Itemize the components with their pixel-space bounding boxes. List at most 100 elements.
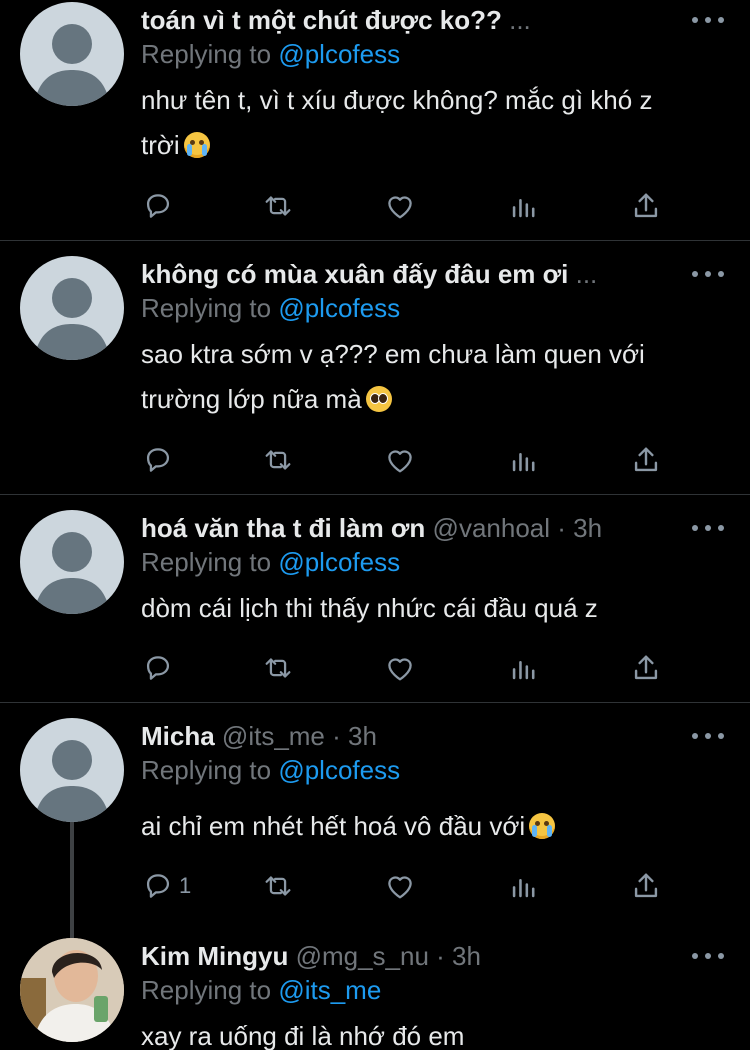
retweet-icon	[265, 450, 291, 470]
tweet[interactable]: Kim Mingyu @mg_s_nu · 3h Replying to @it…	[0, 936, 750, 1050]
retweet-button[interactable]	[261, 866, 295, 906]
replying-mention-link[interactable]: @plcofess	[278, 39, 400, 69]
more-icon[interactable]	[692, 944, 724, 968]
like-button[interactable]	[383, 440, 417, 480]
reply-count: 1	[179, 873, 192, 898]
share-icon	[634, 193, 658, 218]
avatar[interactable]	[20, 718, 124, 822]
tweet-actions	[141, 648, 661, 688]
retweet-button[interactable]	[261, 648, 295, 688]
like-button[interactable]	[383, 866, 417, 906]
reply-button[interactable]: 1	[141, 866, 191, 906]
analytics-button[interactable]	[507, 648, 541, 688]
tweet-header: Kim Mingyu @mg_s_nu · 3h	[141, 938, 690, 974]
replying-mention-link[interactable]: @its_me	[278, 975, 381, 1005]
replying-label: Replying to	[141, 293, 272, 323]
like-button[interactable]	[383, 648, 417, 688]
tweet-text: như tên t, vì t xíu được không? mắc gì k…	[141, 78, 720, 168]
tweet-header: hoá văn tha t đi làm ơn @vanhoal · 3h	[141, 510, 690, 546]
heart-icon	[388, 876, 412, 899]
timestamp[interactable]: · 3h	[332, 721, 377, 751]
replying-to: Replying to @its_me	[141, 974, 381, 1006]
tweet-header: Micha @its_me · 3h	[141, 718, 690, 754]
reply-button[interactable]	[141, 648, 179, 688]
replying-to: Replying to @plcofess	[141, 38, 400, 70]
reply-feed: toán vì t một chút được ko?? ... Replyin…	[0, 0, 750, 1050]
display-name[interactable]: hoá văn tha t đi làm ơn	[141, 513, 425, 543]
avatar[interactable]	[20, 938, 124, 1042]
retweet-button[interactable]	[261, 186, 295, 226]
retweet-icon	[265, 876, 291, 896]
more-icon[interactable]	[692, 724, 724, 748]
tweet[interactable]: không có mùa xuân đấy đâu em ơi ... Repl…	[0, 254, 750, 494]
avatar[interactable]	[20, 2, 124, 106]
loudly-crying-face-emoji	[529, 813, 556, 839]
tweet-text-line: trường lớp nữa mà	[141, 384, 362, 414]
tweet-actions	[141, 440, 661, 480]
replying-label: Replying to	[141, 547, 272, 577]
truncation-ellipsis: ...	[575, 259, 598, 289]
reply-button[interactable]	[141, 186, 179, 226]
reply-icon	[146, 448, 170, 472]
divider	[0, 702, 750, 703]
replying-label: Replying to	[141, 755, 272, 785]
avatar[interactable]	[20, 510, 124, 614]
share-button[interactable]	[629, 186, 663, 226]
more-icon[interactable]	[692, 8, 724, 32]
user-handle[interactable]: @vanhoal	[433, 513, 550, 543]
tweet-text-line: ai chỉ em nhét hết hoá vô đầu với	[141, 811, 526, 841]
tweet[interactable]: Micha @its_me · 3h Replying to @plcofess…	[0, 716, 750, 940]
analytics-button[interactable]	[507, 186, 541, 226]
replying-to: Replying to @plcofess	[141, 546, 400, 578]
retweet-icon	[265, 658, 291, 678]
tweet-text-line: dòm cái lịch thi thấy nhức cái đầu quá z	[141, 593, 598, 623]
display-name[interactable]: không có mùa xuân đấy đâu em ơi	[141, 259, 568, 289]
tweet-text: dòm cái lịch thi thấy nhức cái đầu quá z	[141, 586, 720, 631]
retweet-button[interactable]	[261, 440, 295, 480]
share-icon	[634, 873, 658, 898]
tweet[interactable]: hoá văn tha t đi làm ơn @vanhoal · 3h Re…	[0, 508, 750, 702]
reply-icon	[146, 194, 170, 218]
tweet-text: xay ra uống đi là nhớ đó em	[141, 1014, 720, 1050]
share-icon	[634, 447, 658, 472]
thread-connector-line	[70, 820, 74, 940]
display-name[interactable]: toán vì t một chút được ko??	[141, 5, 502, 35]
reply-button[interactable]	[141, 440, 179, 480]
tweet[interactable]: toán vì t một chút được ko?? ... Replyin…	[0, 0, 750, 240]
truncation-ellipsis: ...	[509, 5, 531, 35]
tweet-text-line: sao ktra sớm v ạ??? em chưa làm quen với	[141, 339, 645, 369]
replying-mention-link[interactable]: @plcofess	[278, 293, 400, 323]
display-name[interactable]: Micha	[141, 721, 215, 751]
tweet-header: toán vì t một chút được ko?? ...	[141, 2, 690, 38]
analytics-button[interactable]	[507, 866, 541, 906]
share-button[interactable]	[629, 866, 663, 906]
analytics-button[interactable]	[507, 440, 541, 480]
share-button[interactable]	[629, 440, 663, 480]
tweet-actions: 1	[141, 866, 661, 906]
replying-to: Replying to @plcofess	[141, 754, 400, 786]
analytics-icon	[512, 199, 535, 218]
more-icon[interactable]	[692, 262, 724, 286]
tweet-text: sao ktra sớm v ạ??? em chưa làm quen với…	[141, 332, 720, 422]
more-icon[interactable]	[692, 516, 724, 540]
retweet-icon	[265, 196, 291, 216]
replying-to: Replying to @plcofess	[141, 292, 400, 324]
divider	[0, 240, 750, 241]
user-handle[interactable]: @mg_s_nu	[296, 941, 429, 971]
timestamp[interactable]: · 3h	[557, 513, 602, 543]
tweet-header: không có mùa xuân đấy đâu em ơi ...	[141, 256, 690, 292]
share-button[interactable]	[629, 648, 663, 688]
replying-mention-link[interactable]: @plcofess	[278, 755, 400, 785]
analytics-icon	[512, 879, 535, 898]
divider	[0, 494, 750, 495]
heart-icon	[388, 450, 412, 473]
avatar[interactable]	[20, 256, 124, 360]
like-button[interactable]	[383, 186, 417, 226]
display-name[interactable]: Kim Mingyu	[141, 941, 288, 971]
user-handle[interactable]: @its_me	[222, 721, 325, 751]
analytics-icon	[512, 453, 535, 472]
timestamp[interactable]: · 3h	[436, 941, 481, 971]
tweet-actions	[141, 186, 661, 226]
replying-mention-link[interactable]: @plcofess	[278, 547, 400, 577]
analytics-icon	[512, 661, 535, 680]
